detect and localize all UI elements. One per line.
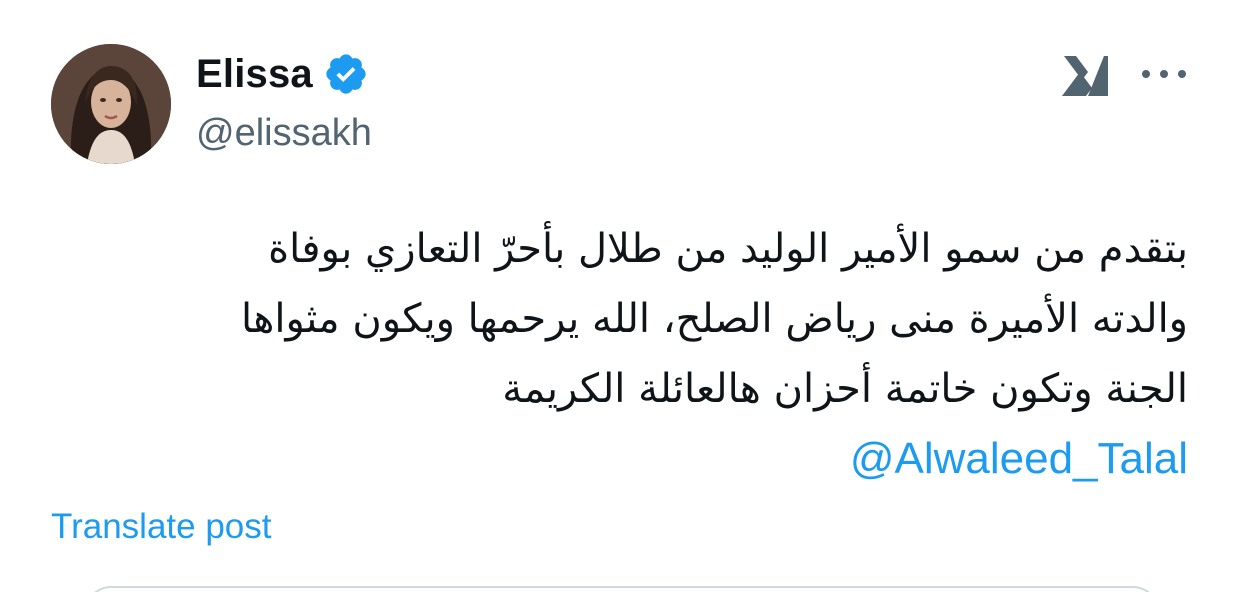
- tweet-line: والدته الأميرة منى رياض الصلح، الله يرحم…: [241, 296, 1188, 342]
- quoted-card-edge[interactable]: [85, 586, 1159, 592]
- author-name-row[interactable]: Elissa: [196, 48, 369, 100]
- tweet-line: بتقدم من سمو الأمير الوليد من طلال بأحرّ…: [268, 226, 1188, 272]
- tweet-text: بتقدم من سمو الأمير الوليد من طلال بأحرّ…: [78, 214, 1188, 424]
- display-name[interactable]: Elissa: [196, 52, 313, 97]
- mention-link[interactable]: @Alwaleed_Talal: [850, 428, 1188, 490]
- verified-badge-icon: [326, 54, 366, 94]
- grok-icon[interactable]: [1058, 52, 1110, 98]
- translate-post-link[interactable]: Translate post: [51, 507, 271, 547]
- author-handle[interactable]: @elissakh: [196, 112, 372, 155]
- more-options-icon[interactable]: [1138, 64, 1190, 84]
- tweet-line: الجنة وتكون خاتمة أحزان هالعائلة الكريمة: [502, 366, 1188, 412]
- avatar[interactable]: [51, 44, 171, 164]
